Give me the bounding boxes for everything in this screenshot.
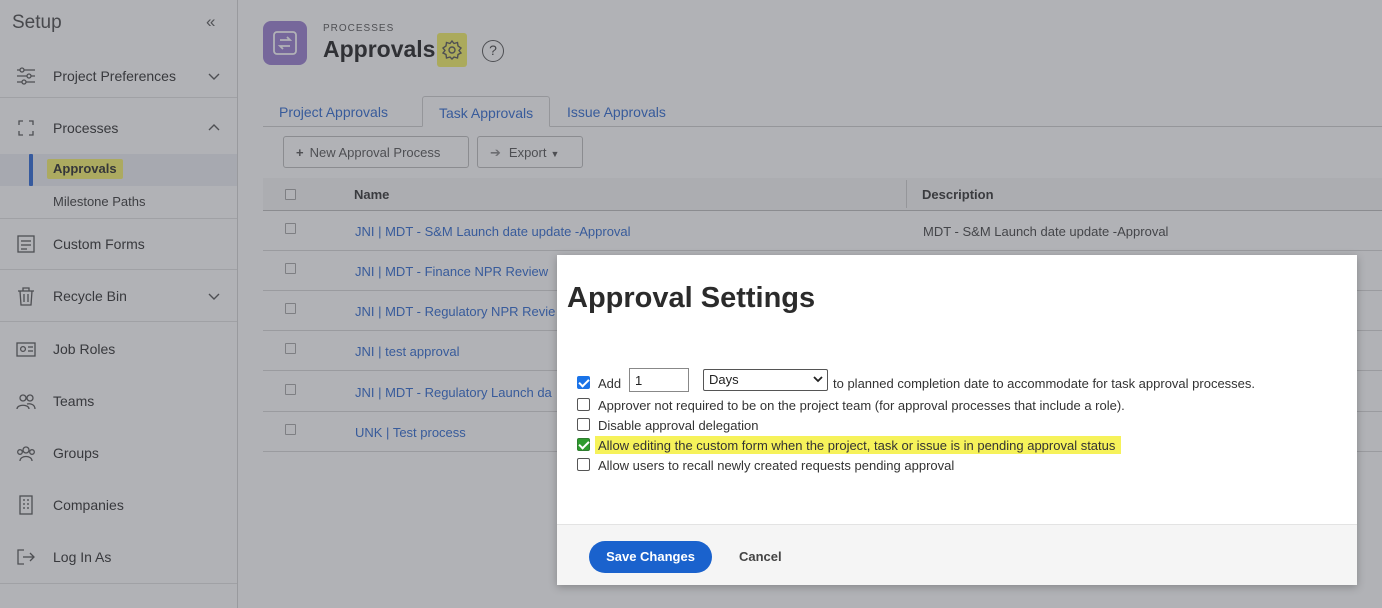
add-label: Add [598, 376, 622, 391]
time-unit-select[interactable]: Days [703, 369, 828, 391]
cancel-button[interactable]: Cancel [739, 549, 782, 564]
save-changes-button[interactable]: Save Changes [589, 541, 712, 573]
option-label: Disable approval delegation [598, 418, 759, 433]
disable-delegation-checkbox[interactable] [577, 418, 590, 431]
allow-recall-checkbox[interactable] [577, 458, 590, 471]
dialog-title: Approval Settings [567, 282, 816, 314]
approver-not-required-checkbox[interactable] [577, 398, 590, 411]
add-days-input[interactable] [629, 368, 689, 392]
option-label: Allow users to recall newly created requ… [598, 458, 955, 473]
add-suffix-text: to planned completion date to accommodat… [833, 376, 1256, 391]
add-days-checkbox[interactable] [577, 376, 590, 389]
allow-editing-custom-form-checkbox[interactable] [577, 438, 590, 451]
approval-settings-dialog: Approval Settings Add Days to planned co… [557, 255, 1357, 585]
time-unit-value: Days [709, 372, 739, 387]
option-label: Approver not required to be on the proje… [598, 398, 1125, 413]
option-add-days: Add Days to planned completion date to a… [577, 368, 1337, 393]
dialog-footer: Save Changes Cancel [557, 524, 1357, 585]
option-label-highlighted: Allow editing the custom form when the p… [595, 436, 1122, 454]
chevron-down-icon [813, 376, 823, 383]
